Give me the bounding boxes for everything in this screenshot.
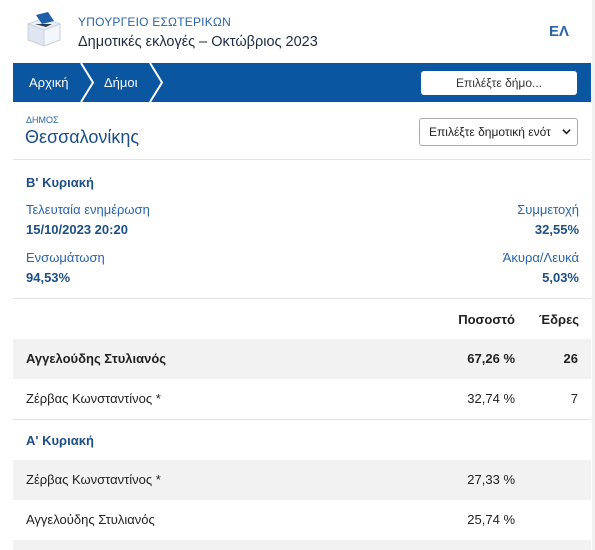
divider: [13, 159, 591, 160]
candidate-seats: 7: [570, 391, 578, 406]
table-row: Αγγελούδης Στυλιανός 25,74 %: [13, 500, 591, 540]
candidate-name: Αγγελούδης Στυλιανός: [26, 351, 167, 366]
turnout-value: 32,55%: [534, 222, 579, 237]
select-municipality-button[interactable]: Επιλέξτε δήμο...: [421, 71, 577, 95]
candidate-percent: 32,74 %: [467, 391, 515, 406]
ministry-name: ΥΠΟΥΡΓΕΙΟ ΕΣΩΤΕΡΙΚΩΝ: [78, 15, 231, 29]
candidate-percent: 67,26 %: [467, 351, 515, 366]
column-header-percent: Ποσοστό: [458, 312, 515, 327]
breadcrumb-home[interactable]: Αρχική: [29, 63, 69, 102]
divider: [13, 298, 591, 299]
chevron-down-icon: [562, 129, 571, 135]
breadcrumb-municipalities[interactable]: Δήμοι: [104, 63, 138, 102]
table-row: [13, 540, 591, 550]
municipal-unit-select-value: Επιλέξτε δημοτική ενότ: [429, 125, 551, 139]
invalid-label: Άκυρα/Λευκά: [502, 250, 579, 265]
divider: [13, 419, 591, 420]
invalid-value: 5,03%: [542, 270, 579, 285]
language-toggle[interactable]: ΕΛ: [549, 23, 569, 40]
breadcrumb-separator-icon: [149, 63, 164, 102]
last-update-label: Τελευταία ενημέρωση: [26, 202, 150, 217]
turnout-label: Συμμετοχή: [517, 202, 579, 217]
candidate-name: Αγγελούδης Στυλιανός: [26, 512, 155, 527]
round-b-title: Β' Κυριακή: [26, 175, 94, 190]
column-header-seats: Έδρες: [539, 312, 579, 327]
round-a-title: Α' Κυριακή: [26, 433, 94, 448]
last-update-value: 15/10/2023 20:20: [26, 222, 128, 237]
table-row: Αγγελούδης Στυλιανός 67,26 % 26: [13, 339, 591, 379]
municipal-unit-select[interactable]: Επιλέξτε δημοτική ενότ: [419, 118, 578, 146]
header: ΥΠΟΥΡΓΕΙΟ ΕΣΩΤΕΡΙΚΩΝ Δημοτικές εκλογές –…: [0, 0, 595, 63]
ballot-box-icon: [26, 12, 62, 47]
table-row: Ζέρβας Κωνσταντίνος * 27,33 %: [13, 460, 591, 500]
municipality-kicker: ΔΗΜΟΣ: [26, 115, 59, 125]
election-title: Δημοτικές εκλογές – Οκτώβριος 2023: [78, 34, 318, 50]
integration-value: 94,53%: [26, 270, 71, 285]
candidate-name: Ζέρβας Κωνσταντίνος *: [26, 391, 161, 406]
candidate-seats: 26: [563, 351, 578, 366]
candidate-percent: 27,33 %: [467, 472, 515, 487]
candidate-percent: 25,74 %: [467, 512, 515, 527]
candidate-name: Ζέρβας Κωνσταντίνος *: [26, 472, 161, 487]
integration-label: Ενσωμάτωση: [26, 250, 105, 265]
table-row: Ζέρβας Κωνσταντίνος * 32,74 % 7: [13, 379, 591, 419]
breadcrumb-separator-icon: [80, 63, 95, 102]
municipality-name: Θεσσαλονίκης: [25, 127, 140, 147]
